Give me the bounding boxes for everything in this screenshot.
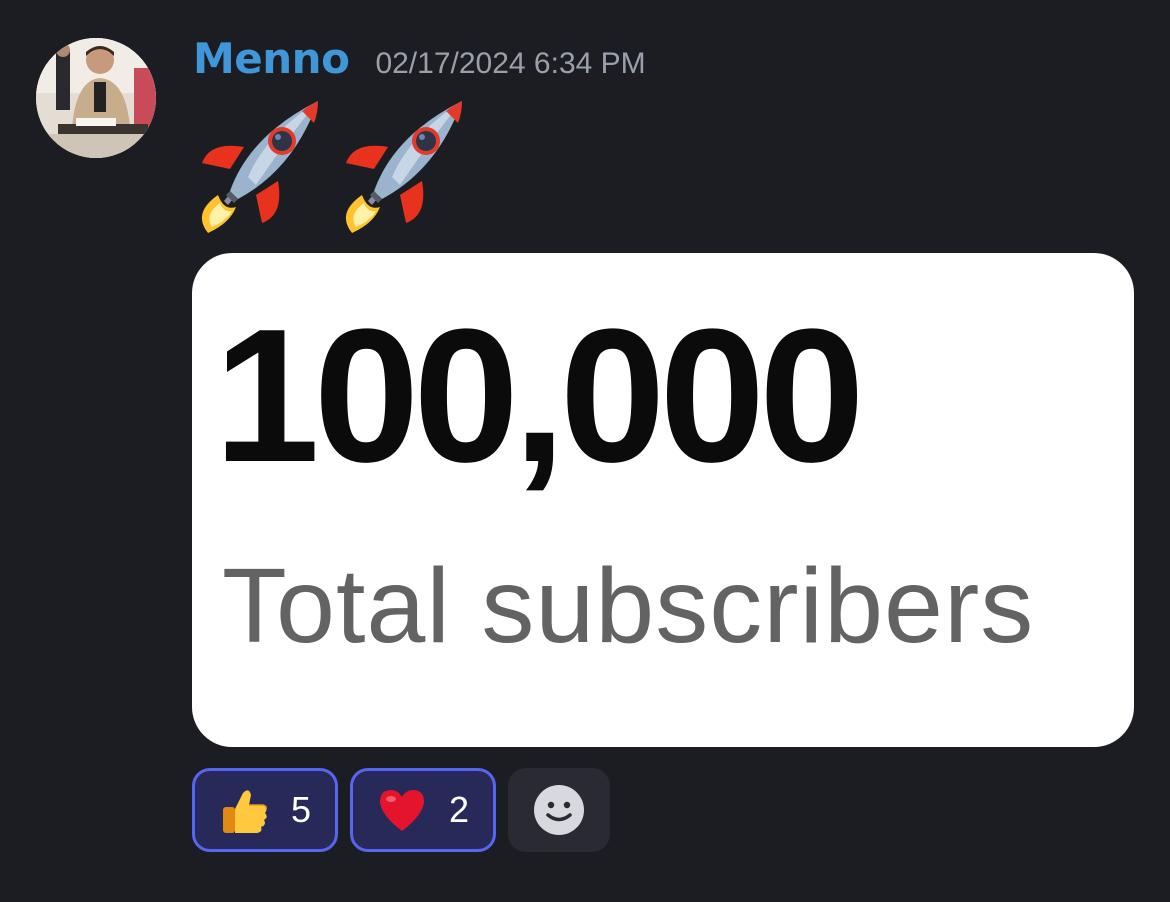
user-avatar[interactable]	[36, 38, 156, 158]
smiley-add-icon	[534, 785, 584, 835]
message-timestamp: 02/17/2024 6:34 PM	[375, 47, 646, 80]
avatar-photo-icon	[36, 38, 156, 158]
reaction-thumbs-up[interactable]: 5	[192, 768, 338, 852]
image-attachment[interactable]: 100,000 Total subscribers	[192, 253, 1134, 747]
reaction-heart[interactable]: 2	[350, 768, 496, 852]
chat-message: Menno 02/17/2024 6:34 PM 100,000 Total s…	[0, 0, 1170, 902]
subscriber-caption: Total subscribers	[222, 547, 1035, 665]
reactions-bar: 5 2	[192, 768, 610, 852]
subscriber-count: 100,000	[214, 290, 865, 502]
red-heart-icon	[377, 787, 427, 833]
rocket-icon	[201, 101, 318, 233]
thumbs-up-icon	[219, 785, 269, 835]
message-content	[190, 95, 474, 235]
rocket-icon	[345, 101, 462, 233]
reaction-count: 5	[290, 789, 312, 830]
add-reaction-button[interactable]	[508, 768, 610, 852]
reaction-count: 2	[448, 789, 470, 830]
username[interactable]: Menno	[193, 34, 350, 83]
message-header: Menno 02/17/2024 6:34 PM	[193, 34, 646, 86]
